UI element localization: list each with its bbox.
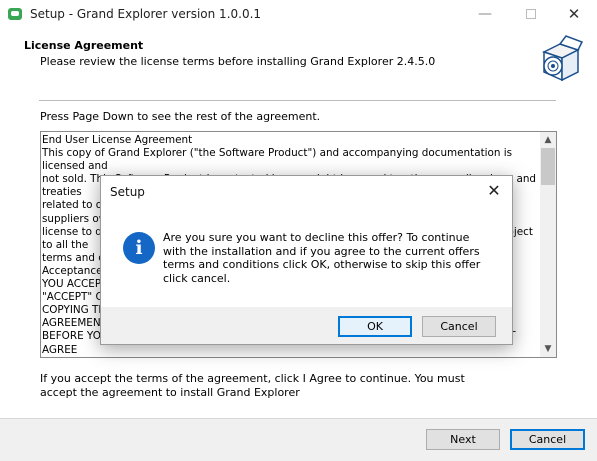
dialog-titlebar: Setup ✕ bbox=[101, 176, 512, 207]
maximize-icon bbox=[526, 9, 536, 19]
cancel-button[interactable]: Cancel bbox=[510, 429, 585, 450]
page-subtitle: Please review the license terms before i… bbox=[40, 55, 436, 68]
pagedown-hint: Press Page Down to see the rest of the a… bbox=[40, 110, 321, 123]
dialog-title: Setup bbox=[110, 185, 145, 199]
scroll-down-icon[interactable]: ▼ bbox=[540, 341, 556, 357]
next-button[interactable]: Next bbox=[426, 429, 500, 450]
maximize-button[interactable] bbox=[508, 0, 554, 30]
scroll-up-icon[interactable]: ▲ bbox=[540, 132, 556, 148]
dialog-ok-button[interactable]: OK bbox=[338, 316, 412, 337]
app-icon bbox=[8, 8, 22, 20]
software-box-icon bbox=[542, 35, 584, 82]
page-title: License Agreement bbox=[24, 39, 144, 52]
accept-instructions: If you accept the terms of the agreement… bbox=[40, 372, 465, 399]
dialog-body: i Are you sure you want to decline this … bbox=[101, 207, 512, 307]
dialog-close-button[interactable]: ✕ bbox=[484, 181, 504, 201]
close-button[interactable]: ✕ bbox=[551, 0, 597, 30]
setup-dialog: Setup ✕ i Are you sure you want to decli… bbox=[100, 175, 513, 345]
scroll-thumb[interactable] bbox=[541, 148, 555, 185]
minimize-button[interactable]: — bbox=[462, 0, 508, 30]
window-title: Setup - Grand Explorer version 1.0.0.1 bbox=[30, 7, 262, 21]
info-icon: i bbox=[123, 232, 155, 264]
header-divider bbox=[39, 100, 556, 101]
window-titlebar: Setup - Grand Explorer version 1.0.0.1 —… bbox=[0, 0, 597, 30]
license-scrollbar[interactable]: ▲ ▼ bbox=[540, 132, 556, 357]
footer-bar bbox=[0, 419, 597, 461]
dialog-message: Are you sure you want to decline this of… bbox=[163, 231, 481, 285]
dialog-cancel-button[interactable]: Cancel bbox=[422, 316, 496, 337]
